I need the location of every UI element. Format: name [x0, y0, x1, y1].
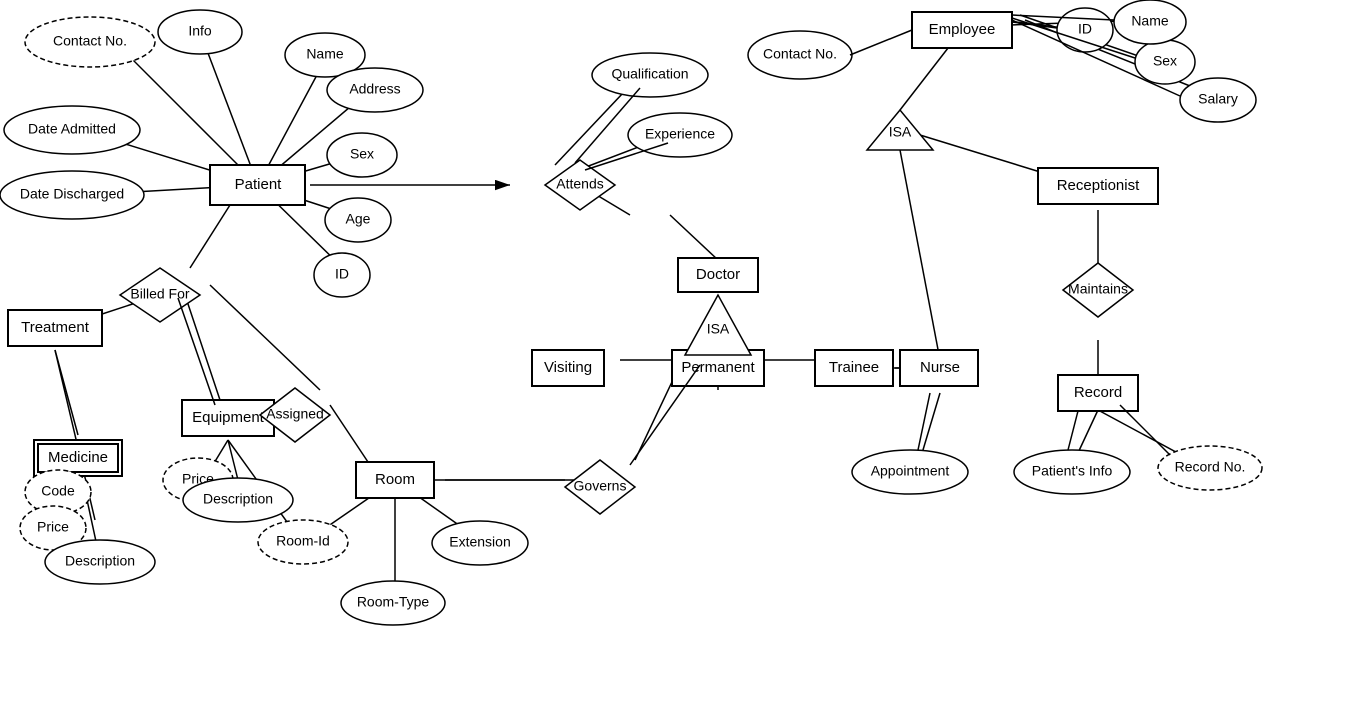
assigned-label: Assigned [266, 406, 324, 422]
qualification-label: Qualification [611, 66, 688, 82]
salary-label: Salary [1198, 91, 1238, 107]
attends-label: Attends [556, 176, 603, 192]
address-label: Address [349, 81, 400, 97]
trainee-label: Trainee [829, 359, 879, 376]
nurse-label: Nurse [920, 359, 960, 376]
emp-name-label: Name [1131, 13, 1169, 29]
patient-id-label: ID [335, 266, 349, 282]
contact-no-label: Contact No. [53, 33, 127, 49]
name-label: Name [306, 46, 344, 62]
emp-sex-label: Sex [1153, 53, 1177, 69]
treatment-label: Treatment [21, 319, 90, 336]
maintains-label: Maintains [1068, 281, 1128, 297]
date-admitted-label: Date Admitted [28, 121, 116, 137]
permanent-label: Permanent [681, 359, 755, 376]
receptionist-label: Receptionist [1057, 177, 1140, 194]
med-price-label: Price [37, 519, 69, 535]
emp-contact-no-label: Contact No. [763, 46, 837, 62]
date-discharged-label: Date Discharged [20, 186, 124, 202]
room-label: Room [375, 471, 415, 488]
billed-for-label: Billed For [130, 286, 189, 302]
record-no-label: Record No. [1175, 459, 1246, 475]
patient-label: Patient [235, 176, 283, 193]
er-diagram: Patient Employee Doctor Treatment Equipm… [0, 0, 1367, 703]
age-label: Age [346, 211, 371, 227]
emp-id-label: ID [1078, 21, 1092, 37]
info-label: Info [188, 23, 212, 39]
employee-label: Employee [929, 21, 996, 38]
equip-description-label: Description [203, 491, 273, 507]
isa-doctor-label: ISA [707, 321, 730, 337]
sex-label: Sex [350, 146, 374, 162]
doctor-label: Doctor [696, 266, 740, 283]
isa-employee-label: ISA [889, 124, 912, 140]
room-id-label: Room-Id [276, 533, 330, 549]
governs-label: Governs [574, 478, 627, 494]
room-type-label: Room-Type [357, 594, 430, 610]
code-label: Code [41, 483, 75, 499]
medicine-label: Medicine [48, 449, 108, 466]
med-description-label: Description [65, 553, 135, 569]
extension-label: Extension [449, 534, 510, 550]
appointment-label: Appointment [871, 463, 950, 479]
visiting-label: Visiting [544, 359, 592, 376]
equipment-label: Equipment [192, 409, 265, 426]
record-label: Record [1074, 384, 1122, 401]
experience-label: Experience [645, 126, 715, 142]
patients-info-label: Patient's Info [1032, 463, 1113, 479]
